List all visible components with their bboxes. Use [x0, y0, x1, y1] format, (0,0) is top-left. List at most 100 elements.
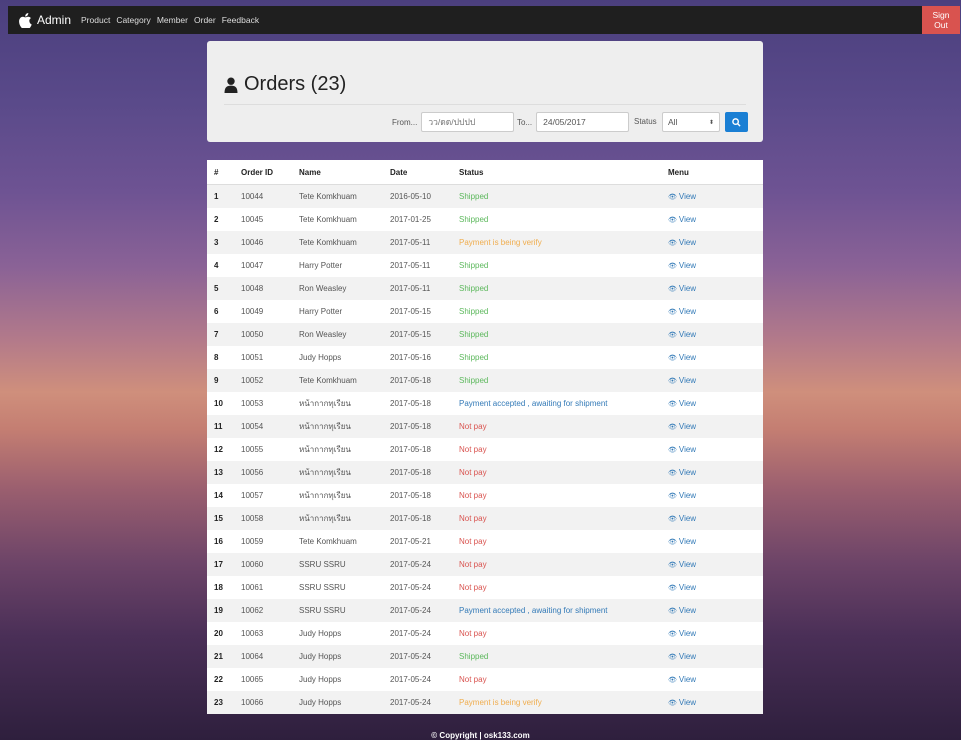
view-link[interactable]: 👁 View [668, 698, 696, 707]
eye-icon: 👁 [668, 607, 677, 615]
nav-order[interactable]: Order [194, 15, 216, 25]
customer-name: Tete Komkhuam [299, 537, 357, 546]
menu-cell: 👁 View [668, 507, 763, 530]
order-status: Not pay [459, 445, 487, 454]
nav-category[interactable]: Category [116, 15, 151, 25]
view-link[interactable]: 👁 View [668, 560, 696, 569]
menu-cell: 👁 View [668, 323, 763, 346]
order-id: 10064 [241, 645, 299, 668]
view-link[interactable]: 👁 View [668, 399, 696, 408]
view-label: View [678, 215, 697, 225]
to-filter: To... [517, 112, 630, 132]
view-link[interactable]: 👁 View [668, 468, 696, 477]
order-status: Shipped [459, 645, 668, 668]
view-link[interactable]: 👁 View [668, 307, 696, 316]
customer-name: Judy Hopps [299, 645, 390, 668]
status-select[interactable]: All ⬍ [662, 112, 720, 132]
view-link[interactable]: 👁 View [668, 583, 696, 592]
eye-icon: 👁 [668, 469, 677, 477]
eye-icon: 👁 [668, 377, 677, 385]
order-id: 10062 [241, 599, 299, 622]
nav-member[interactable]: Member [157, 15, 188, 25]
view-link[interactable]: 👁 View [668, 537, 696, 546]
view-link[interactable]: 👁 View [668, 422, 696, 431]
eye-icon: 👁 [668, 308, 677, 316]
row-number: 20 [214, 629, 223, 638]
customer-name: หน้ากากทุเรียน [299, 461, 390, 484]
row-number: 22 [214, 675, 223, 684]
view-link[interactable]: 👁 View [668, 353, 696, 362]
view-link[interactable]: 👁 View [668, 652, 696, 661]
order-date: 2017-05-21 [390, 537, 431, 546]
nav-feedback[interactable]: Feedback [222, 15, 259, 25]
customer-name: หน้ากากทุเรียน [299, 415, 390, 438]
col-menu: Menu [668, 160, 763, 185]
table-row: 14 10057 หน้ากากทุเรียน 2017-05-18 Not pay 👁 V… [207, 484, 763, 507]
customer-name: Tete Komkhuam [299, 184, 390, 208]
from-date-input[interactable] [421, 112, 515, 132]
table-row: 11 10054 หน้ากากทุเรียน 2017-05-18 Not pay 👁 V… [207, 415, 763, 438]
apple-logo-icon [19, 12, 32, 28]
order-id: 10057 [241, 491, 264, 500]
order-id: 10055 [241, 445, 264, 454]
menu-cell: 👁 View [668, 599, 763, 622]
customer-name: Tete Komkhuam [299, 215, 357, 224]
menu-cell: 👁 View [668, 645, 763, 668]
view-link[interactable]: 👁 View [668, 376, 696, 385]
view-link[interactable]: 👁 View [668, 192, 696, 201]
table-row: 18 10061 SSRU SSRU 2017-05-24 Not pay 👁 View [207, 576, 763, 599]
order-status: Shipped [459, 323, 668, 346]
order-id: 10046 [241, 231, 299, 254]
search-button[interactable] [725, 112, 748, 132]
table-header-row: # Order ID Name Date Status Menu [207, 160, 763, 185]
row-number: 16 [214, 537, 223, 546]
view-label: View [678, 606, 697, 616]
row-number: 9 [207, 369, 241, 392]
table-row: 19 10062 SSRU SSRU 2017-05-24 Payment accept… [207, 599, 763, 622]
order-status: Not pay [459, 629, 487, 638]
order-status: Shipped [459, 184, 668, 208]
view-link[interactable]: 👁 View [668, 261, 696, 270]
order-status: Shipped [459, 307, 489, 316]
view-link[interactable]: 👁 View [668, 629, 696, 638]
view-link[interactable]: 👁 View [668, 445, 696, 454]
table-row: 4 10047 Harry Potter 2017-05-11 Shipped 👁 View [207, 254, 763, 277]
to-date-input[interactable] [536, 112, 630, 132]
view-link[interactable]: 👁 View [668, 284, 696, 293]
row-number: 18 [214, 583, 223, 592]
order-date: 2017-05-18 [390, 399, 431, 408]
user-icon [224, 77, 238, 93]
brand[interactable]: Admin [18, 12, 71, 28]
order-date: 2017-05-24 [390, 645, 459, 668]
view-label: View [678, 583, 697, 593]
menu-cell: 👁 View [668, 208, 763, 231]
order-date: 2017-05-18 [390, 491, 431, 500]
eye-icon: 👁 [668, 239, 677, 247]
eye-icon: 👁 [668, 285, 677, 293]
order-id: 10050 [241, 323, 299, 346]
order-id: 10060 [241, 553, 299, 576]
view-label: View [678, 560, 697, 570]
table-row: 10 10053 หน้ากากทุเรียน 2017-05-18 Payment a… [207, 392, 763, 415]
sign-out-button[interactable]: Sign Out [922, 6, 960, 34]
order-id: 10048 [241, 277, 299, 300]
row-number: 2 [214, 215, 219, 224]
order-status: Payment is being verify [459, 231, 668, 254]
customer-name: Judy Hopps [299, 353, 342, 362]
nav-product[interactable]: Product [81, 15, 110, 25]
view-link[interactable]: 👁 View [668, 491, 696, 500]
view-link[interactable]: 👁 View [668, 238, 696, 247]
status-label-wrap: Status [634, 117, 657, 126]
menu-cell: 👁 View [668, 300, 763, 323]
order-date: 2017-05-16 [390, 353, 431, 362]
order-date: 2017-05-24 [390, 583, 431, 592]
view-link[interactable]: 👁 View [668, 330, 696, 339]
order-id: 10065 [241, 675, 264, 684]
view-link[interactable]: 👁 View [668, 215, 696, 224]
view-link[interactable]: 👁 View [668, 606, 696, 615]
view-link[interactable]: 👁 View [668, 675, 696, 684]
table-row: 13 10056 หน้ากากทุเรียน 2017-05-18 Not pay 👁 V… [207, 461, 763, 484]
view-link[interactable]: 👁 View [668, 514, 696, 523]
top-navbar: Admin Product Category Member Order Feed… [8, 6, 960, 34]
order-date: 2017-05-18 [390, 415, 459, 438]
